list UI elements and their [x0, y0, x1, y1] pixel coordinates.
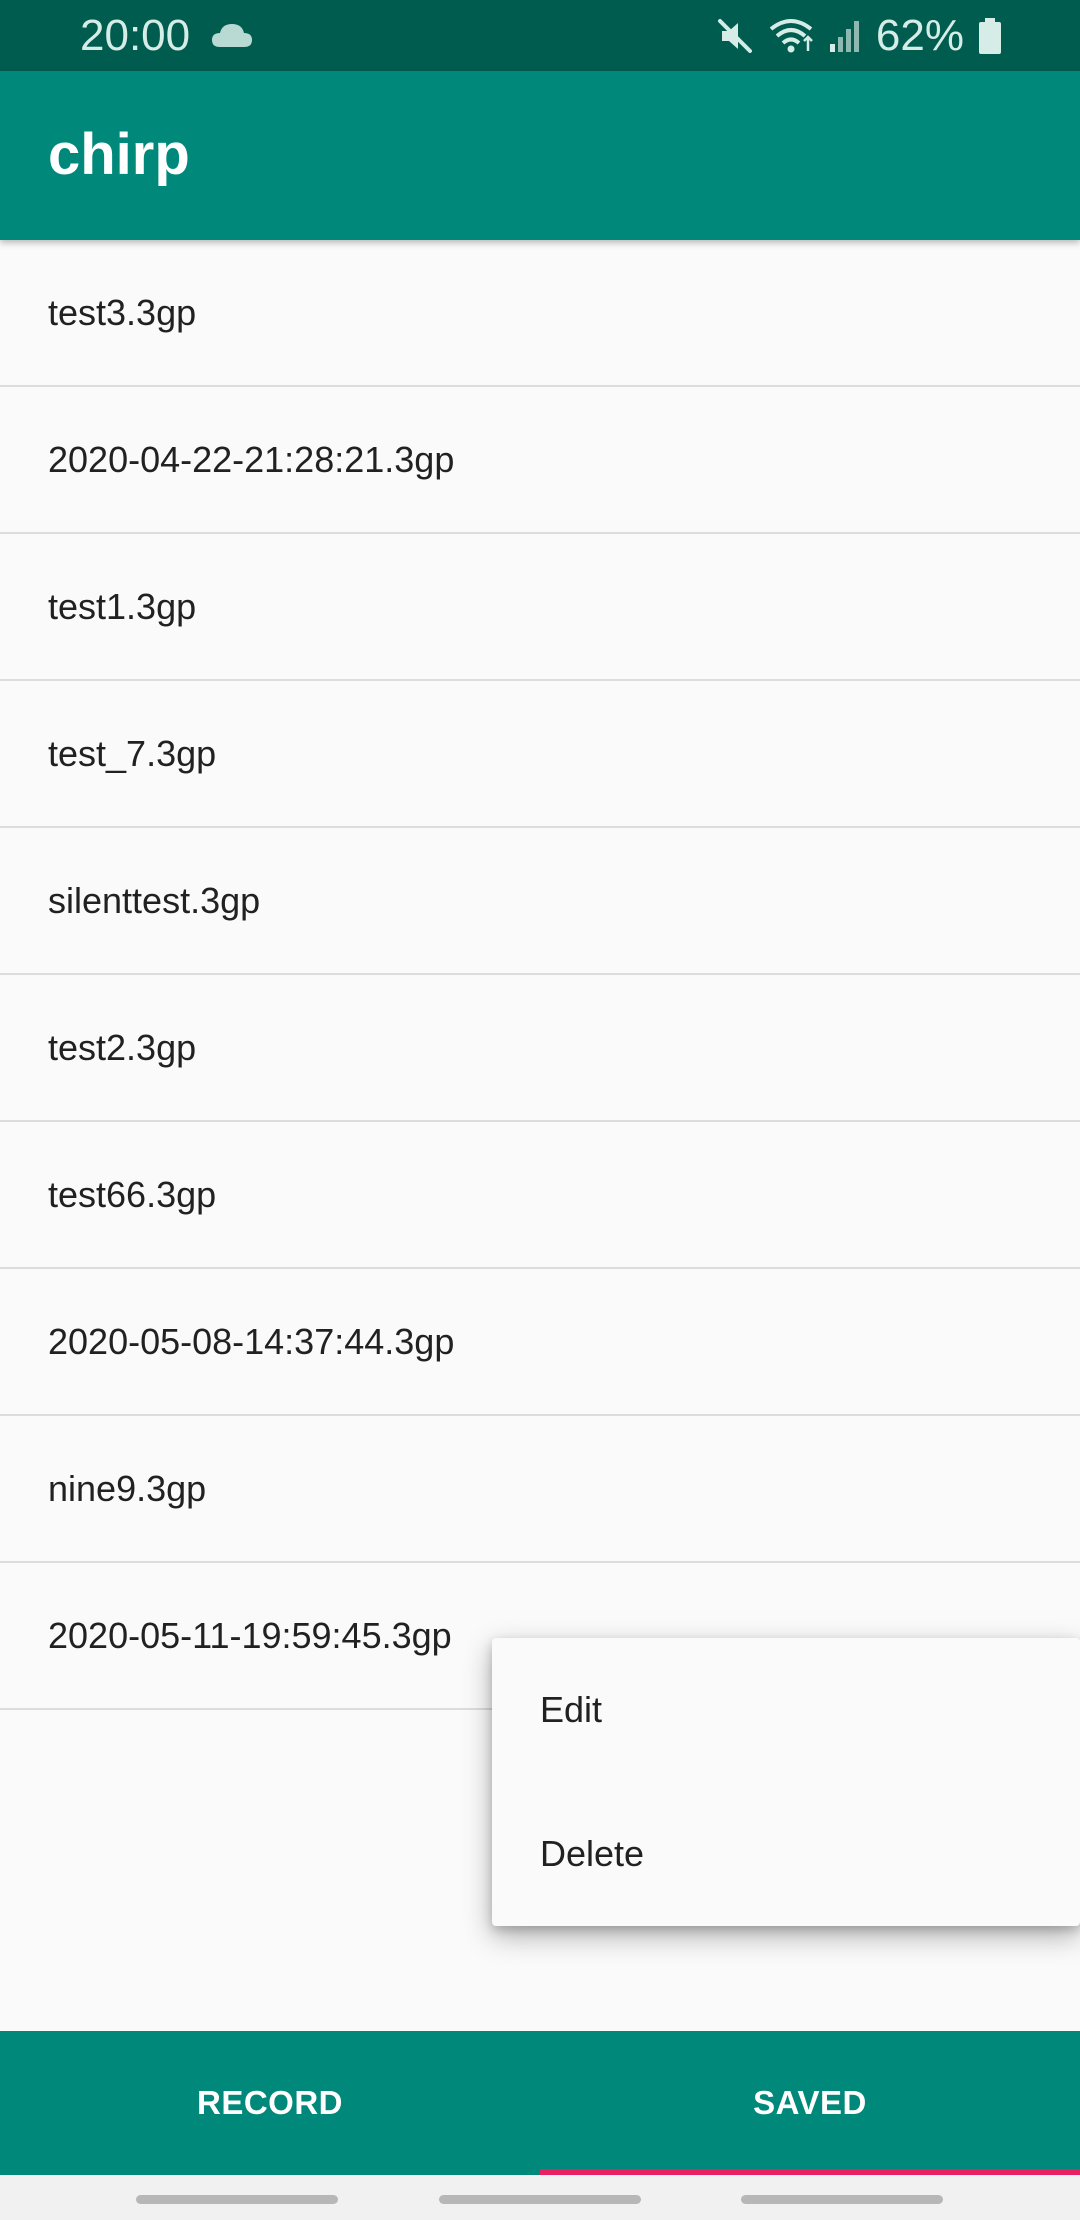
menu-item-label: Edit [540, 1689, 603, 1730]
tab-record[interactable]: RECORD [0, 2031, 540, 2175]
list-item[interactable]: nine9.3gp [0, 1416, 1080, 1563]
list-item[interactable]: 2020-04-22-21:28:21.3gp [0, 387, 1080, 534]
file-name: 2020-05-11-19:59:45.3gp [48, 1614, 452, 1656]
file-name: 2020-05-08-14:37:44.3gp [48, 1320, 455, 1362]
tab-saved[interactable]: SAVED [540, 2031, 1080, 2175]
tab-label: RECORD [196, 2084, 343, 2121]
recents-gesture-handle[interactable] [136, 2195, 338, 2204]
cloud-icon [210, 20, 254, 50]
list-item[interactable]: test2.3gp [0, 975, 1080, 1122]
home-gesture-handle[interactable] [439, 2195, 641, 2204]
menu-item-edit[interactable]: Edit [492, 1638, 1080, 1782]
battery-icon [978, 17, 1002, 55]
app-bar: chirp [0, 71, 1080, 240]
list-item[interactable]: silenttest.3gp [0, 828, 1080, 975]
list-item[interactable]: test66.3gp [0, 1122, 1080, 1269]
list-item[interactable]: test3.3gp [0, 240, 1080, 387]
status-icons: 62% [716, 10, 1002, 62]
status-time: 20:00 [80, 11, 191, 60]
file-name: test66.3gp [48, 1173, 217, 1215]
menu-item-label: Delete [540, 1833, 645, 1874]
muted-speaker-icon [716, 17, 754, 55]
back-gesture-handle[interactable] [741, 2195, 943, 2204]
wifi-icon [768, 17, 814, 55]
menu-item-delete[interactable]: Delete [492, 1782, 1080, 1926]
list-item[interactable]: test1.3gp [0, 534, 1080, 681]
cell-signal-icon [828, 18, 862, 54]
list-item[interactable]: 2020-05-08-14:37:44.3gp [0, 1269, 1080, 1416]
list-item[interactable]: test_7.3gp [0, 681, 1080, 828]
file-name: test_7.3gp [48, 732, 217, 774]
navigation-gesture-bar [0, 2175, 1080, 2220]
file-name: silenttest.3gp [48, 879, 261, 921]
context-menu: Edit Delete [492, 1638, 1080, 1926]
file-name: test3.3gp [48, 291, 197, 333]
battery-percent: 62% [875, 11, 964, 60]
file-name: nine9.3gp [48, 1467, 207, 1509]
file-name: test1.3gp [48, 585, 197, 627]
status-bar: 20:00 62% [0, 0, 1080, 71]
file-name: test2.3gp [48, 1026, 197, 1068]
tab-label: SAVED [753, 2084, 867, 2121]
tab-bar: RECORD SAVED [0, 2031, 1080, 2175]
app-title: chirp [48, 122, 190, 187]
file-name: 2020-04-22-21:28:21.3gp [48, 438, 455, 480]
file-list: test3.3gp 2020-04-22-21:28:21.3gp test1.… [0, 240, 1080, 1710]
